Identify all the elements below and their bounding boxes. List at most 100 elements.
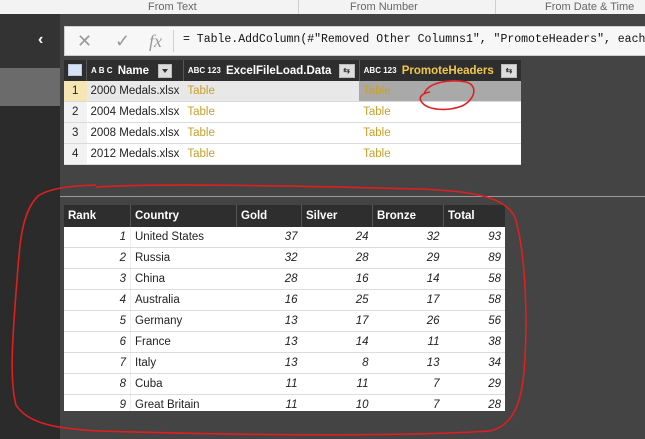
row-number: 3 (64, 122, 87, 144)
cell: 28 (443, 394, 505, 411)
table-row[interactable]: 4 2012 Medals.xlsx Table Table (64, 143, 521, 165)
cell: 11 (301, 373, 373, 395)
cell-table-link[interactable]: Table (183, 122, 360, 144)
table-row: 9 Great Britain 11 10 7 28 (64, 394, 505, 411)
cell-table-link[interactable]: Table (359, 101, 521, 123)
cancel-icon[interactable]: ✕ (77, 31, 92, 51)
cell-name[interactable]: 2000 Medals.xlsx (86, 81, 184, 102)
cell: 8 (301, 352, 373, 374)
preview-col-rank: Rank (64, 205, 131, 227)
commit-icon[interactable]: ✓ (115, 31, 130, 51)
cell: 13 (236, 310, 302, 332)
column-header-label: Name (117, 64, 150, 77)
table-row[interactable]: 2 2004 Medals.xlsx Table Table (64, 101, 521, 123)
row-number: 1 (64, 81, 87, 102)
formula-input[interactable]: = Table.AddColumn(#"Removed Other Column… (183, 33, 645, 46)
cell: 58 (443, 268, 505, 290)
chevron-left-icon[interactable]: ‹ (38, 32, 43, 48)
ribbon-from-date-time[interactable]: From Date & Time (545, 0, 634, 14)
ribbon-separator (298, 0, 299, 14)
cell: 32 (372, 227, 444, 248)
ribbon-from-number[interactable]: From Number (350, 0, 418, 14)
cell: 4 (64, 289, 131, 311)
cell: China (130, 268, 237, 290)
expand-column-icon[interactable]: ⇆ (338, 63, 355, 78)
queries-pane-header: ‹ (0, 14, 60, 68)
column-header-name[interactable]: A B C Name (86, 60, 184, 81)
text-type-icon[interactable]: A B C (91, 66, 112, 75)
any-type-icon[interactable]: ABC 123 (364, 66, 397, 75)
formula-separator (173, 30, 174, 52)
cell-table-link[interactable]: Table (359, 81, 521, 102)
table-row: 6 France 13 14 11 38 (64, 331, 505, 353)
cell: 16 (236, 289, 302, 311)
cell: 32 (236, 247, 302, 269)
cell: 6 (64, 331, 131, 353)
row-number: 2 (64, 101, 87, 123)
preview-table: Rank Country Gold Silver Bronze Total 1U… (64, 205, 505, 411)
column-header-data[interactable]: ABC 123 ExcelFileLoad.Data ⇆ (183, 60, 360, 81)
cell-name[interactable]: 2008 Medals.xlsx (86, 122, 184, 144)
fx-icon[interactable]: fx (149, 31, 162, 51)
cell: 5 (64, 310, 131, 332)
cell: 37 (236, 227, 302, 248)
table-row: 7 Italy 13 8 13 34 (64, 352, 505, 374)
cell: 11 (236, 394, 302, 411)
table-menu-button[interactable] (64, 60, 87, 81)
cell-table-link[interactable]: Table (183, 143, 360, 165)
ribbon-from-text[interactable]: From Text (148, 0, 197, 14)
any-type-icon[interactable]: ABC 123 (188, 66, 221, 75)
expand-column-icon[interactable]: ⇆ (501, 63, 517, 78)
table-row[interactable]: 1 2000 Medals.xlsx Table Table (64, 81, 521, 102)
table-row: 3 China 28 16 14 58 (64, 268, 505, 290)
grid-header-row: A B C Name ABC 123 ExcelFileLoad.Data ⇆ … (64, 60, 521, 81)
cell: 13 (372, 352, 444, 374)
cell-name[interactable]: 2012 Medals.xlsx (86, 143, 184, 165)
cell: 89 (443, 247, 505, 269)
cell: 8 (64, 373, 131, 395)
preview-col-total: Total (443, 205, 505, 227)
preview-col-bronze: Bronze (372, 205, 444, 227)
table-icon (68, 64, 82, 77)
cell: 28 (236, 268, 302, 290)
column-header-label: ExcelFileLoad.Data (225, 64, 332, 77)
cell: United States (130, 227, 237, 248)
preview-col-silver: Silver (301, 205, 373, 227)
cell: 11 (372, 331, 444, 353)
cell-table-link[interactable]: Table (183, 81, 360, 102)
cell-table-link[interactable]: Table (183, 101, 360, 123)
cell: 24 (301, 227, 373, 248)
cell: 9 (64, 394, 131, 411)
cell-name[interactable]: 2004 Medals.xlsx (86, 101, 184, 123)
cell: 1 (64, 227, 131, 248)
cell: 58 (443, 289, 505, 311)
cell: 25 (301, 289, 373, 311)
cell: Russia (130, 247, 237, 269)
preview-col-gold: Gold (236, 205, 302, 227)
cell: 29 (443, 373, 505, 395)
table-row[interactable]: 3 2008 Medals.xlsx Table Table (64, 122, 521, 144)
row-number: 4 (64, 143, 87, 165)
cell: 2 (64, 247, 131, 269)
table-row: 5 Germany 13 17 26 56 (64, 310, 505, 332)
cell-table-link[interactable]: Table (359, 122, 521, 144)
cell: 14 (301, 331, 373, 353)
ribbon-separator (495, 0, 496, 14)
cell: 7 (64, 352, 131, 374)
cell: 56 (443, 310, 505, 332)
cell: 13 (236, 352, 302, 374)
ribbon-bar: From Text From Number From Date & Time (0, 0, 645, 15)
filter-dropdown-icon[interactable] (158, 63, 173, 78)
cell: 10 (301, 394, 373, 411)
cell: 28 (301, 247, 373, 269)
cell: 17 (372, 289, 444, 311)
cell: Australia (130, 289, 237, 311)
cell: Italy (130, 352, 237, 374)
preview-col-country: Country (130, 205, 237, 227)
cell-table-link[interactable]: Table (359, 143, 521, 165)
cell: 16 (301, 268, 373, 290)
cell: 3 (64, 268, 131, 290)
cell: 7 (372, 394, 444, 411)
selected-query-item[interactable] (0, 68, 60, 106)
column-header-promote[interactable]: ABC 123 PromoteHeaders ⇆ (359, 60, 521, 81)
